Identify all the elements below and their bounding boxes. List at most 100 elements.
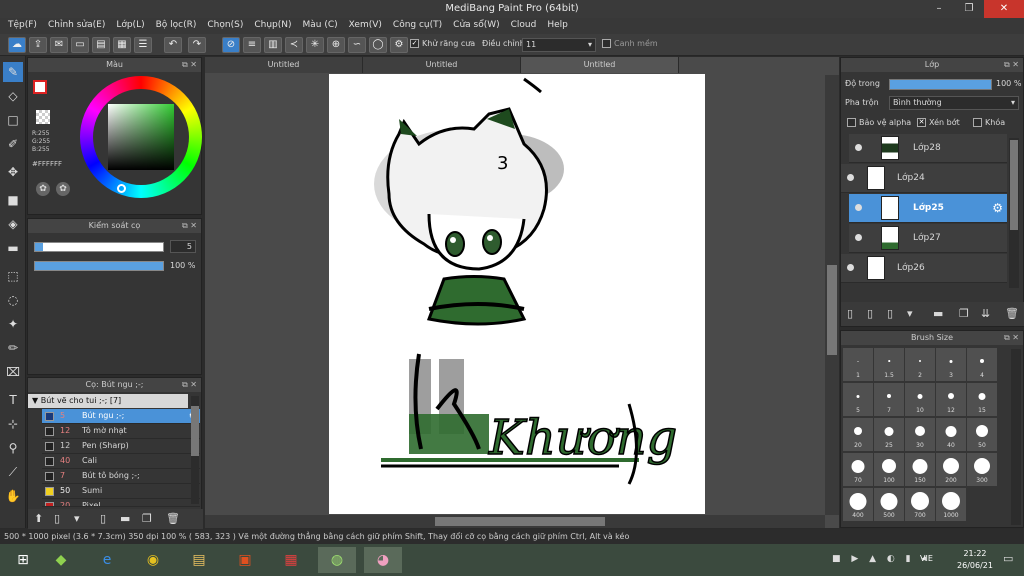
layer-row[interactable]: Lớp26 <box>841 254 1007 283</box>
settings-icon[interactable]: ⚙ <box>390 37 408 53</box>
tray-icons[interactable]: ■ ▶ ▲ ◐ ▮ ◂ <box>832 554 930 564</box>
gear-icon[interactable]: ⚙ <box>992 201 1003 215</box>
brush-size-option[interactable]: 150 <box>905 453 935 486</box>
select-rect-icon[interactable]: ⬚ <box>3 266 23 286</box>
brush-item[interactable]: 5 Bút ngu ;-; ⚙ <box>42 409 200 424</box>
new-halftone-layer-icon[interactable]: ▯ <box>867 307 873 320</box>
clock[interactable]: 21:22 26/06/21 <box>955 548 995 572</box>
app-icon[interactable]: ◍ <box>318 547 356 573</box>
layer-row[interactable]: Lớp28 <box>849 134 1007 163</box>
horizontal-scrollbar[interactable] <box>205 515 825 528</box>
foreground-color-swatch[interactable] <box>33 80 47 94</box>
merge-layer-icon[interactable]: ⇊ <box>981 307 990 320</box>
brush-options-icon[interactable]: ▾ <box>74 512 80 525</box>
maximize-button[interactable]: ❐ <box>954 0 984 18</box>
dropper-icon[interactable]: ⚲ <box>3 438 23 458</box>
new-layer-icon[interactable]: ▯ <box>847 307 853 320</box>
text-tool-icon[interactable]: T <box>3 390 23 410</box>
menu-view[interactable]: Xem(V) <box>345 18 389 34</box>
brush-item[interactable]: 40 Cali <box>42 454 200 469</box>
eye-icon[interactable] <box>847 174 854 181</box>
move-tool-icon[interactable]: ✥ <box>3 162 23 182</box>
palette-icon[interactable]: ✿ <box>36 182 50 196</box>
radial-snap-icon[interactable]: ✳ <box>306 37 324 53</box>
brush-tool-icon[interactable]: ✎ <box>3 62 23 82</box>
layer-opacity-slider[interactable] <box>889 79 992 90</box>
vertical-scrollbar[interactable] <box>825 75 839 515</box>
brush-size-option[interactable]: 700 <box>905 488 935 521</box>
select-pen-icon[interactable]: ✏ <box>3 338 23 358</box>
fill-tool-icon[interactable]: ◈ <box>3 214 23 234</box>
menu-snap[interactable]: Chụp(N) <box>250 18 298 34</box>
brush-size-option[interactable]: 1 <box>843 348 873 381</box>
panel-float-close-icon[interactable]: ⧉ ✕ <box>1004 331 1019 345</box>
brush-size-option[interactable]: 1.5 <box>874 348 904 381</box>
brush-item[interactable]: 20 Pixel <box>42 499 200 507</box>
windows-start-icon[interactable]: ⊞ <box>4 547 42 573</box>
eye-icon[interactable] <box>855 144 862 151</box>
shape-tool-icon[interactable]: ■ <box>3 190 23 210</box>
duplicate-layer-icon[interactable]: ❐ <box>959 307 969 320</box>
operation-tool-icon[interactable]: ⊹ <box>3 414 23 434</box>
grid-snap-icon[interactable]: ▥ <box>264 37 282 53</box>
hand-tool-icon[interactable]: ✋ <box>3 486 23 506</box>
brush-size-option[interactable]: 15 <box>967 383 997 416</box>
menu-layer[interactable]: Lớp(L) <box>112 18 151 34</box>
minimize-button[interactable]: – <box>924 0 954 18</box>
language-indicator[interactable]: VIE <box>920 554 933 563</box>
menu-select[interactable]: Chọn(S) <box>203 18 250 34</box>
menu-file[interactable]: Tệp(F) <box>4 18 44 34</box>
medibang-icon[interactable]: ◕ <box>364 547 402 573</box>
eye-icon[interactable] <box>855 204 862 211</box>
brush-size-option[interactable]: 12 <box>936 383 966 416</box>
file-explorer-icon[interactable]: ▤ <box>180 547 218 573</box>
adjust-select[interactable]: 11 ▾ <box>522 38 596 52</box>
lasso-icon[interactable]: ◌ <box>3 290 23 310</box>
redo-icon[interactable]: ↷ <box>188 37 206 53</box>
select-eraser-icon[interactable]: ⌧ <box>3 362 23 382</box>
eye-icon[interactable] <box>847 264 854 271</box>
cloud-icon[interactable]: ☁ <box>8 37 26 53</box>
layer-list-scrollbar[interactable] <box>1009 138 1019 288</box>
no-snap-icon[interactable]: ⊘ <box>222 37 240 53</box>
eraser-tool-icon[interactable]: ◇ <box>3 86 23 106</box>
menu-window[interactable]: Cửa sổ(W) <box>449 18 506 34</box>
layer-row[interactable]: Lớp24 <box>841 164 1007 193</box>
document-icon[interactable]: ▤ <box>92 37 110 53</box>
brush-size-option[interactable]: 5 <box>843 383 873 416</box>
eye-icon[interactable] <box>855 234 862 241</box>
brush-size-option[interactable]: 3 <box>936 348 966 381</box>
panel-float-close-icon[interactable]: ⧉ ✕ <box>1004 58 1019 72</box>
app-grid-icon[interactable]: ▦ <box>272 547 310 573</box>
add-layer-menu-icon[interactable]: ▾ <box>907 307 913 320</box>
folder-icon[interactable]: ▬ <box>120 512 130 525</box>
hue-wheel[interactable] <box>80 76 202 198</box>
gradient-tool-icon[interactable]: ▬ <box>3 238 23 258</box>
protect-alpha-checkbox[interactable] <box>847 118 856 127</box>
magic-wand-icon[interactable]: ✦ <box>3 314 23 334</box>
brush-size-option[interactable]: 7 <box>874 383 904 416</box>
brush-size-option[interactable]: 500 <box>874 488 904 521</box>
menu-help[interactable]: Help <box>543 18 575 34</box>
new-brush-icon[interactable]: ▯ <box>54 512 60 525</box>
ie-icon[interactable]: e <box>88 547 126 573</box>
chrome-icon[interactable]: ◉ <box>134 547 172 573</box>
doc-tab-active[interactable]: Untitled <box>521 57 679 73</box>
brush-size-scrollbar[interactable] <box>1011 349 1021 525</box>
brush-size-option[interactable]: 25 <box>874 418 904 451</box>
antialias-checkbox[interactable]: ✓ <box>410 39 419 48</box>
new-8bit-layer-icon[interactable]: ▯ <box>887 307 893 320</box>
list-icon[interactable]: ☰ <box>134 37 152 53</box>
brush-size-option[interactable]: 10 <box>905 383 935 416</box>
trash-icon[interactable]: 🗑 <box>1005 307 1019 320</box>
transparent-swatch[interactable] <box>36 110 50 124</box>
brush-size-option[interactable]: 400 <box>843 488 873 521</box>
copy-brush-icon[interactable]: ▯ <box>100 512 106 525</box>
duplicate-icon[interactable]: ❐ <box>142 512 152 525</box>
brush-item[interactable]: 50 Sumi <box>42 484 200 499</box>
folder-icon[interactable]: ▬ <box>933 307 943 320</box>
eyedropper-icon[interactable]: ⟋ <box>3 462 23 482</box>
hue-handle[interactable] <box>117 184 126 193</box>
message-icon[interactable]: ▭ <box>71 37 89 53</box>
add-brush-icon[interactable]: ⬆ <box>34 512 43 525</box>
